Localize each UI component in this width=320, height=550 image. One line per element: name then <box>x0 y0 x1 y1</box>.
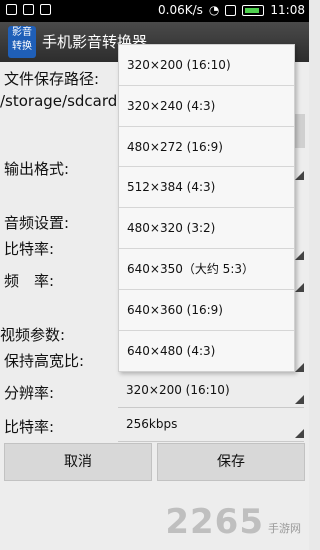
save-path-value[interactable]: /storage/sdcard <box>0 92 117 110</box>
watermark-site: 手游网 <box>268 522 301 535</box>
video-bitrate-select[interactable]: 256kbps <box>118 412 304 440</box>
video-bitrate-value: 256kbps <box>126 417 178 431</box>
dropdown-option[interactable]: 320×240 (4:3) <box>119 86 294 127</box>
watermark-brand: 2265 <box>165 502 264 542</box>
path-field-edge <box>295 114 305 148</box>
audio-bitrate-label: 比特率: <box>4 240 55 258</box>
dropdown-arrow-icon <box>295 251 304 260</box>
save-path-label: 文件保存路径: <box>4 70 100 88</box>
resolution-select[interactable]: 320×200 (16:10) <box>118 378 304 406</box>
watermark-logo: 2265 手游网 <box>165 502 301 542</box>
android-icon <box>40 4 51 15</box>
clock: 11:08 <box>270 3 305 17</box>
dropdown-option[interactable]: 640×480 (4:3) <box>119 331 294 372</box>
audio-frequency-label: 频 率: <box>4 272 55 290</box>
video-bitrate-label: 比特率: <box>4 418 55 436</box>
dropdown-arrow-icon <box>295 429 304 438</box>
divider <box>118 441 304 442</box>
image-notification-icon <box>6 4 17 15</box>
resolution-label: 分辨率: <box>4 384 55 402</box>
dropdown-option[interactable]: 320×200 (16:10) <box>119 45 294 86</box>
audio-settings-label: 音频设置: <box>4 214 70 232</box>
dropdown-arrow-icon <box>295 395 304 404</box>
save-button[interactable]: 保存 <box>157 443 305 481</box>
output-format-label: 输出格式: <box>4 160 70 178</box>
dropdown-option[interactable]: 512×384 (4:3) <box>119 167 294 209</box>
dropdown-arrow-icon <box>295 363 304 372</box>
network-speed: 0.06K/s <box>158 3 203 17</box>
resolution-value: 320×200 (16:10) <box>126 383 230 397</box>
dropdown-option[interactable]: 480×272 (16:9) <box>119 127 294 168</box>
status-bar: 0.06K/s ◔ 11:08 <box>0 0 309 22</box>
battery-icon <box>242 4 265 16</box>
divider <box>118 407 304 408</box>
app-icon: 影音 转换 <box>8 26 36 58</box>
alarm-icon <box>225 4 237 16</box>
dropdown-arrow-icon <box>295 283 304 292</box>
dropdown-option[interactable]: 640×350（大约 5:3） <box>119 249 294 290</box>
dropdown-option[interactable]: 640×360 (16:9) <box>119 290 294 331</box>
dropdown-option[interactable]: 480×320 (3:2) <box>119 208 294 249</box>
gallery-notification-icon <box>23 4 34 15</box>
keep-aspect-label: 保持高宽比: <box>4 352 85 370</box>
wifi-icon: ◔ <box>208 3 220 17</box>
dropdown-arrow-icon <box>295 171 304 180</box>
video-params-label: 视频参数: <box>0 326 66 344</box>
cancel-button[interactable]: 取消 <box>4 443 152 481</box>
resolution-dropdown-list: 320×200 (16:10) 320×240 (4:3) 480×272 (1… <box>118 44 295 372</box>
